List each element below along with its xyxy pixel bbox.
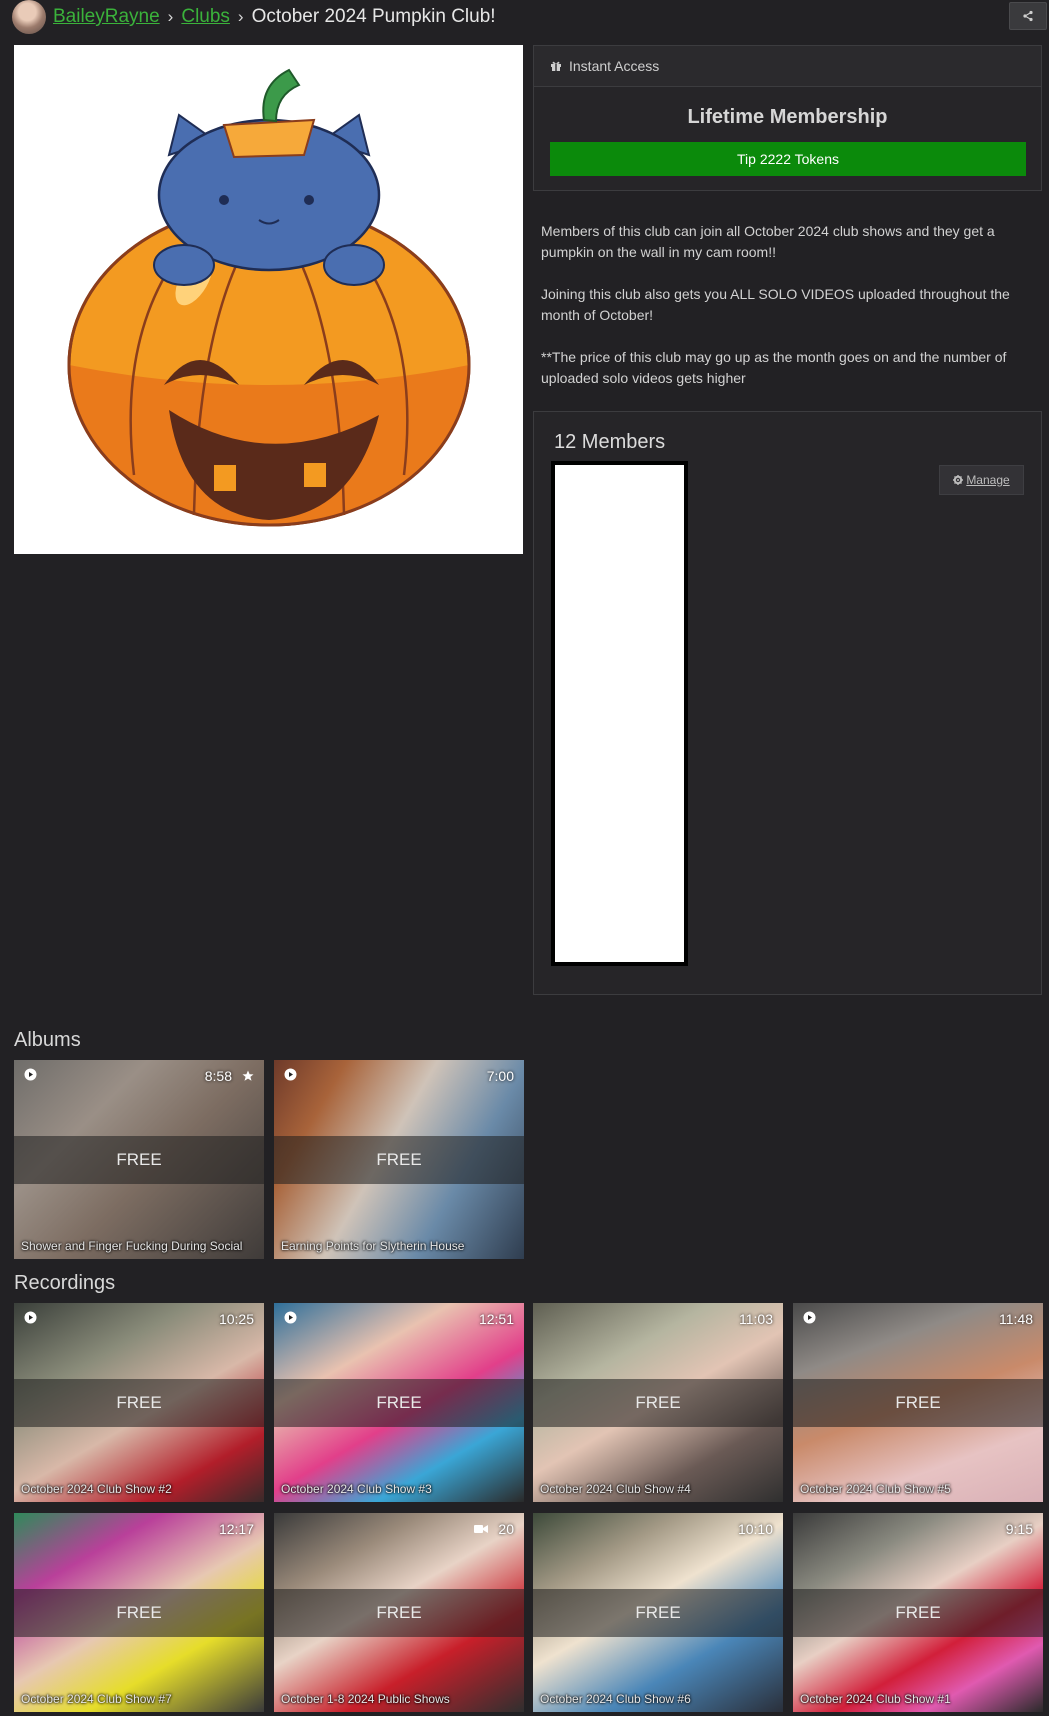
free-badge: FREE xyxy=(14,1379,264,1427)
free-badge: FREE xyxy=(533,1379,783,1427)
free-badge: FREE xyxy=(793,1379,1043,1427)
recording-caption: October 1-8 2024 Public Shows xyxy=(281,1692,450,1706)
share-icon xyxy=(1023,10,1033,22)
free-badge: FREE xyxy=(14,1136,264,1184)
album-card[interactable]: 8:58 FREE Shower and Finger Fucking Duri… xyxy=(14,1060,264,1259)
free-badge: FREE xyxy=(14,1589,264,1637)
album-caption: Shower and Finger Fucking During Social xyxy=(21,1239,243,1253)
star-icon xyxy=(242,1070,254,1081)
duration: 7:00 xyxy=(486,1068,514,1084)
manage-label: Manage xyxy=(966,473,1010,487)
duration: 8:58 xyxy=(204,1068,232,1084)
recording-caption: October 2024 Club Show #4 xyxy=(540,1482,691,1496)
breadcrumb-clubs-link[interactable]: Clubs xyxy=(181,6,230,28)
breadcrumb: BaileyRayne › Clubs › October 2024 Pumpk… xyxy=(12,0,496,34)
video-icon xyxy=(803,1311,816,1324)
recording-card[interactable]: 10:25 FREE October 2024 Club Show #2 xyxy=(14,1303,264,1502)
recordings-title: Recordings xyxy=(14,1272,116,1294)
breadcrumb-separator: › xyxy=(237,7,244,26)
club-page: BaileyRayne › Clubs › October 2024 Pumpk… xyxy=(0,0,1049,1716)
duration: 10:10 xyxy=(737,1521,773,1537)
video-icon xyxy=(24,1068,37,1081)
club-description: Members of this club can join all Octobe… xyxy=(541,221,1036,410)
recording-card[interactable]: 11:03 FREE October 2024 Club Show #4 xyxy=(533,1303,783,1502)
breadcrumb-user-link[interactable]: BaileyRayne xyxy=(53,6,160,28)
free-badge: FREE xyxy=(274,1589,524,1637)
page-title: October 2024 Pumpkin Club! xyxy=(251,6,496,27)
description-paragraph: Joining this club also gets you ALL SOLO… xyxy=(541,286,1010,323)
recording-caption: October 2024 Club Show #2 xyxy=(21,1482,172,1496)
duration: 12:17 xyxy=(218,1521,254,1537)
duration: 11:03 xyxy=(739,1311,773,1327)
duration: 12:51 xyxy=(478,1311,514,1327)
recording-card[interactable]: 9:15 FREE October 2024 Club Show #1 xyxy=(793,1513,1043,1712)
recording-card[interactable]: 12:17 FREE October 2024 Club Show #7 xyxy=(14,1513,264,1712)
video-icon xyxy=(284,1311,297,1324)
duration: 10:25 xyxy=(218,1311,254,1327)
recording-card[interactable]: 11:48 FREE October 2024 Club Show #5 xyxy=(793,1303,1043,1502)
recording-card[interactable]: 20 FREE October 1-8 2024 Public Shows xyxy=(274,1513,524,1712)
gear-icon xyxy=(953,475,964,485)
instant-access-panel: Instant Access Lifetime Membership Tip 2… xyxy=(533,45,1042,191)
description-paragraph: **The price of this club may go up as th… xyxy=(541,349,1007,386)
member-list xyxy=(551,461,688,966)
albums-title: Albums xyxy=(14,1029,81,1051)
recording-caption: October 2024 Club Show #3 xyxy=(281,1482,432,1496)
album-caption: Earning Points for Slytherin House xyxy=(281,1239,465,1253)
tip-tokens-button[interactable]: Tip 2222 Tokens xyxy=(550,142,1026,176)
free-badge: FREE xyxy=(274,1379,524,1427)
membership-title: Lifetime Membership xyxy=(687,106,888,128)
members-title: 12 Members xyxy=(554,431,666,453)
album-card[interactable]: 7:00 FREE Earning Points for Slytherin H… xyxy=(274,1060,524,1259)
club-image xyxy=(14,45,523,554)
pumpkin-cat-illustration xyxy=(67,68,471,527)
share-button[interactable] xyxy=(1009,2,1047,30)
gift-icon xyxy=(550,60,562,72)
free-badge: FREE xyxy=(533,1589,783,1637)
members-panel: 12 Members Manage xyxy=(533,411,1042,995)
duration: 20 xyxy=(498,1521,514,1537)
camera-icon xyxy=(474,1525,489,1533)
recording-caption: October 2024 Club Show #1 xyxy=(800,1692,951,1706)
recording-card[interactable]: 10:10 FREE October 2024 Club Show #6 xyxy=(533,1513,783,1712)
duration: 11:48 xyxy=(999,1311,1033,1327)
free-badge: FREE xyxy=(793,1589,1043,1637)
duration: 9:15 xyxy=(1005,1521,1033,1537)
instant-access-label: Instant Access xyxy=(569,58,660,74)
recording-card[interactable]: 12:51 FREE October 2024 Club Show #3 xyxy=(274,1303,524,1502)
video-icon xyxy=(284,1068,297,1081)
recording-caption: October 2024 Club Show #7 xyxy=(21,1692,172,1706)
free-badge: FREE xyxy=(274,1136,524,1184)
description-paragraph: Members of this club can join all Octobe… xyxy=(541,223,995,260)
avatar[interactable] xyxy=(12,0,46,34)
recording-caption: October 2024 Club Show #6 xyxy=(540,1692,691,1706)
recording-caption: October 2024 Club Show #5 xyxy=(800,1482,951,1496)
manage-button[interactable]: Manage xyxy=(939,465,1024,495)
breadcrumb-separator: › xyxy=(167,7,174,26)
instant-access-header: Instant Access xyxy=(534,46,1041,87)
video-icon xyxy=(24,1311,37,1324)
